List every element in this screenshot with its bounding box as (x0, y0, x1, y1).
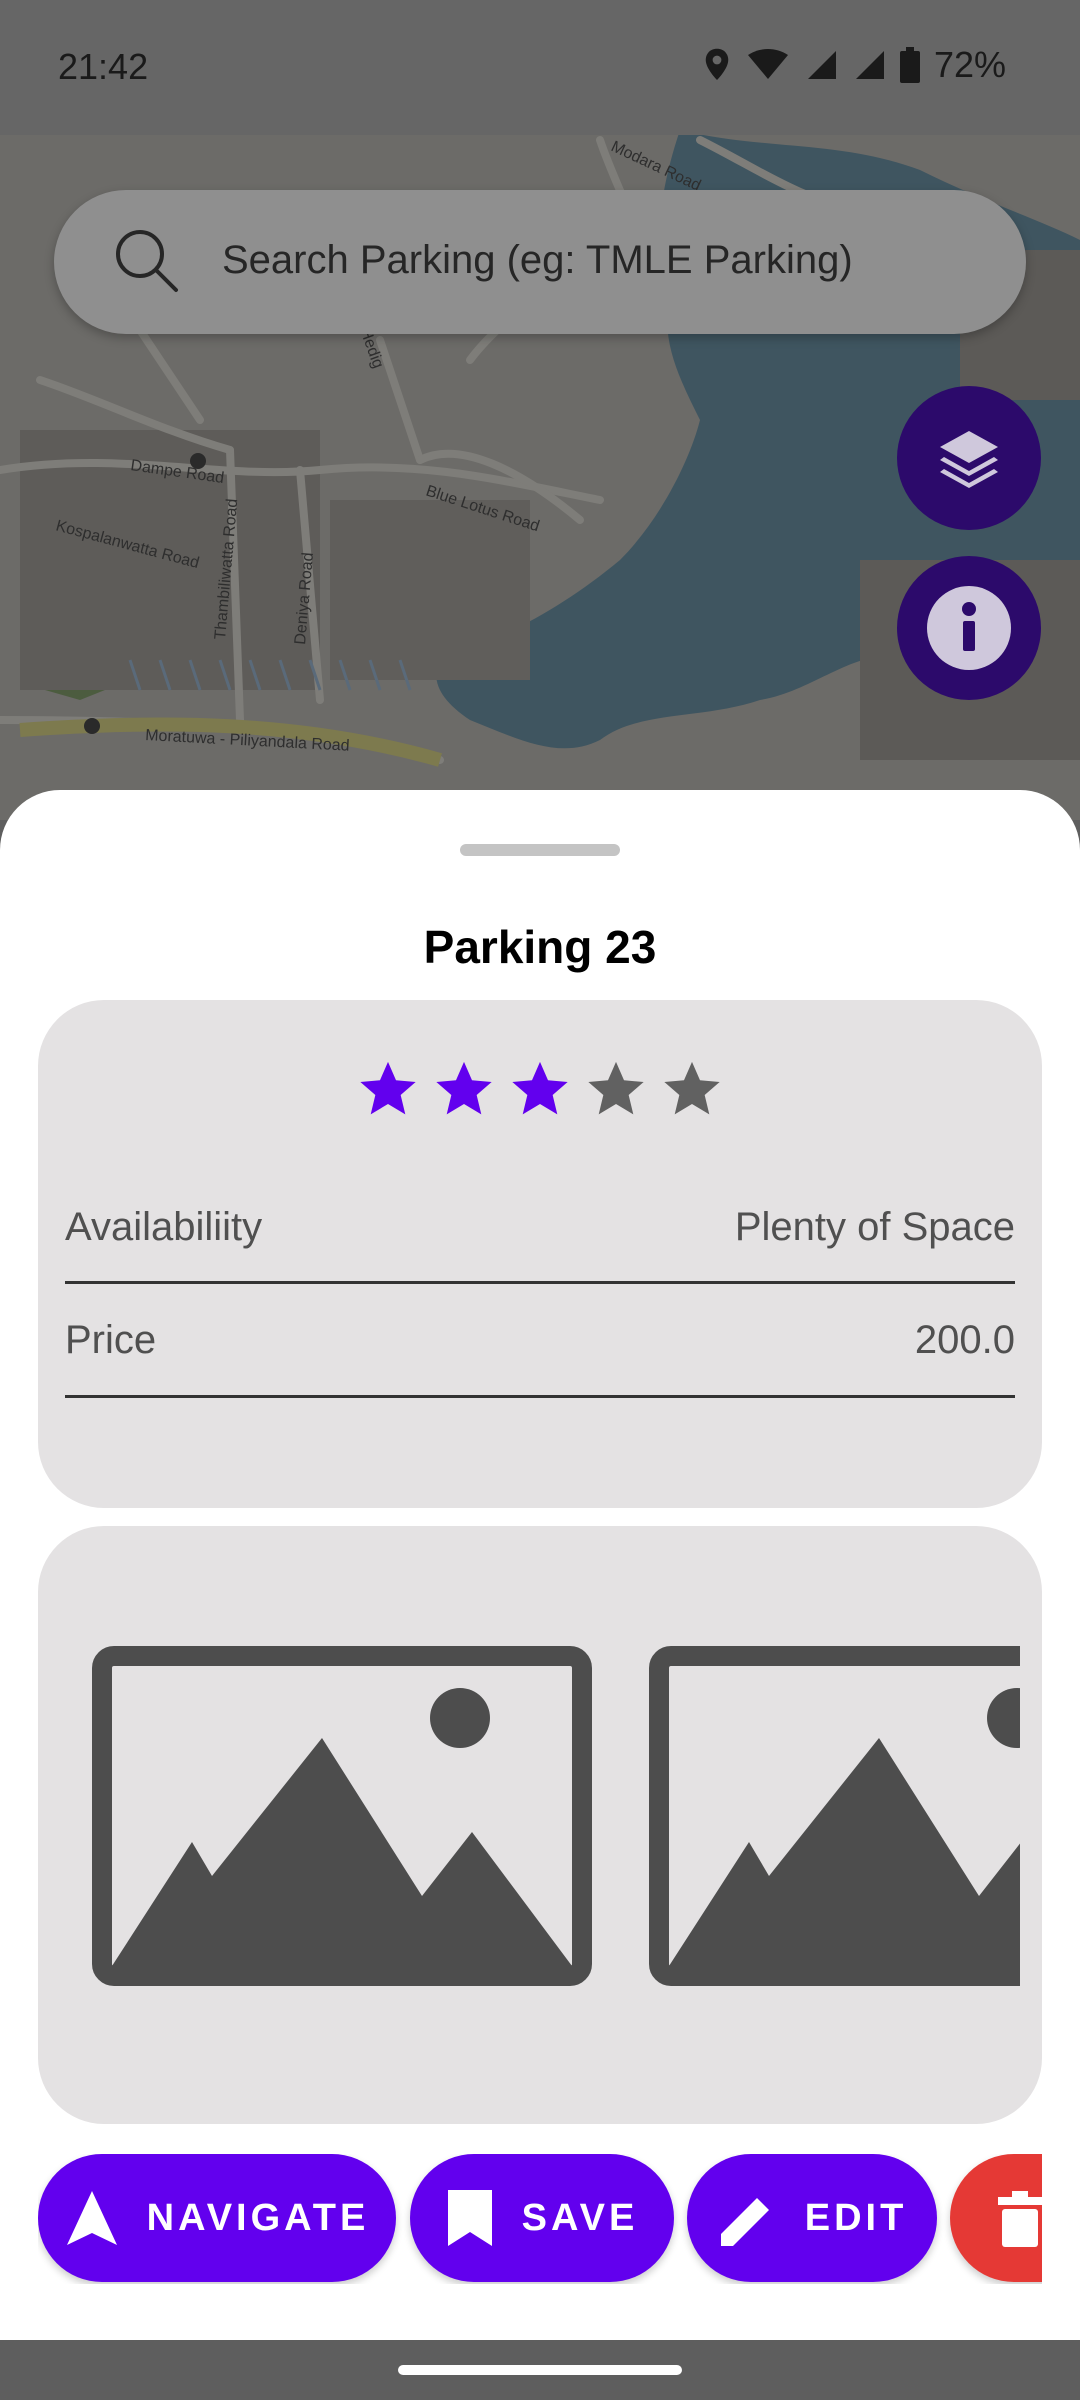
signal-icon (807, 51, 836, 79)
bookmark-icon (447, 2190, 492, 2246)
availability-value: Plenty of Space (734, 1205, 1015, 1249)
info-icon (927, 586, 1011, 670)
parking-details-sheet: Parking 23 Availabiliity Plenty of Space… (0, 790, 1080, 2340)
save-button[interactable]: SAVE (410, 2154, 674, 2282)
wifi-icon (747, 49, 788, 79)
layers-icon (940, 431, 998, 488)
image-placeholder-icon[interactable] (92, 1646, 592, 1986)
price-value: 200.0 (914, 1318, 1015, 1362)
star-icon[interactable] (433, 1058, 495, 1120)
signal-icon (855, 51, 884, 79)
battery-icon (899, 47, 920, 83)
pencil-icon (720, 2198, 769, 2246)
action-buttons: NAVIGATE SAVE EDIT (38, 2154, 1042, 2284)
edit-label: EDIT (804, 2196, 908, 2239)
rating-stars[interactable] (38, 1058, 1042, 1120)
image-placeholder-icon[interactable] (649, 1646, 1020, 1986)
details-card: Availabiliity Plenty of Space Price 200.… (38, 1000, 1042, 1508)
save-label: SAVE (521, 2196, 639, 2239)
navigate-button[interactable]: NAVIGATE (38, 2154, 396, 2282)
price-label: Price (65, 1318, 157, 1362)
star-icon[interactable] (357, 1058, 419, 1120)
image-gallery[interactable] (92, 1646, 1020, 2006)
price-row: Price 200.0 (65, 1286, 1015, 1398)
star-icon[interactable] (509, 1058, 571, 1120)
availability-label: Availabiliity (65, 1205, 263, 1249)
layers-button[interactable] (897, 386, 1041, 530)
home-indicator[interactable] (398, 2365, 682, 2375)
images-card (38, 1526, 1042, 2124)
star-icon[interactable] (585, 1058, 647, 1120)
search-icon[interactable] (114, 228, 180, 294)
drag-handle[interactable] (460, 844, 620, 856)
battery-percentage: 72% (933, 44, 1006, 85)
parking-title: Parking 23 (423, 921, 657, 973)
edit-button[interactable]: EDIT (687, 2154, 937, 2282)
navigation-arrow-icon (66, 2191, 117, 2245)
trash-icon (998, 2191, 1042, 2247)
status-time: 21:42 (58, 46, 149, 87)
navigate-label: NAVIGATE (146, 2196, 370, 2239)
info-button[interactable] (897, 556, 1041, 700)
location-icon (705, 48, 729, 80)
status-icons: 72% (702, 44, 1006, 86)
search-input[interactable] (222, 238, 982, 283)
availability-row: Availabiliity Plenty of Space (65, 1174, 1015, 1284)
delete-button[interactable] (950, 2154, 1042, 2282)
status-bar: 21:42 72% (0, 0, 1080, 135)
star-icon[interactable] (661, 1058, 723, 1120)
